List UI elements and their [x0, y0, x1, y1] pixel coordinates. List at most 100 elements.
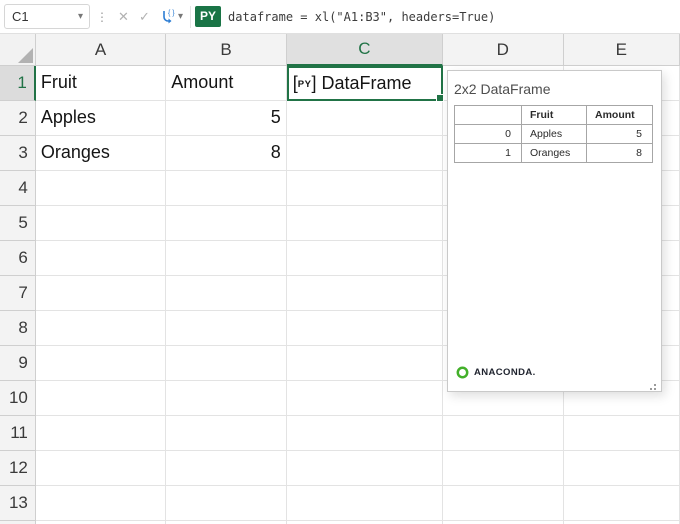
- cell-C1[interactable]: [PY] DataFrame: [286, 66, 445, 102]
- cell-A9[interactable]: [35, 346, 167, 381]
- cell-D11[interactable]: [443, 416, 564, 451]
- cell-B11[interactable]: [166, 416, 287, 451]
- cell-B4[interactable]: [166, 171, 287, 206]
- cell-A1[interactable]: Fruit: [35, 66, 167, 101]
- row-header-8[interactable]: 8: [0, 311, 36, 346]
- cell-A12[interactable]: [35, 451, 167, 486]
- cell-C2[interactable]: [286, 101, 444, 136]
- cell-A2[interactable]: Apples: [35, 101, 167, 136]
- cell-A8[interactable]: [35, 311, 167, 346]
- row-header-13[interactable]: 13: [0, 486, 36, 521]
- cell-B1[interactable]: Amount: [166, 66, 287, 101]
- cell-E12[interactable]: [563, 451, 680, 486]
- cell-A4[interactable]: [35, 171, 167, 206]
- select-all-corner[interactable]: [0, 34, 36, 66]
- dataframe-row: 0 Apples 5: [454, 124, 653, 144]
- anaconda-logo-icon: [456, 366, 469, 379]
- cell-B6[interactable]: [166, 241, 287, 276]
- column-header-c[interactable]: C: [286, 34, 444, 66]
- cell-C9[interactable]: [286, 346, 444, 381]
- cell-text: DataFrame: [321, 73, 412, 93]
- python-insert-icon[interactable]: { } ▾: [158, 8, 183, 26]
- cell-C12[interactable]: [286, 451, 444, 486]
- row-index: 0: [454, 124, 522, 144]
- row-header-10[interactable]: 10: [0, 381, 36, 416]
- row-header-6[interactable]: 6: [0, 241, 36, 276]
- cell-C13[interactable]: [286, 486, 444, 521]
- cell-B13[interactable]: [166, 486, 287, 521]
- dataframe-amount-header: Amount: [586, 105, 653, 125]
- spreadsheet-row: 12: [0, 451, 680, 486]
- column-header-a[interactable]: A: [35, 34, 167, 66]
- cell-A13[interactable]: [35, 486, 167, 521]
- dataframe-index-header: [454, 105, 522, 125]
- resize-handle[interactable]: [654, 384, 656, 386]
- cell-C8[interactable]: [286, 311, 444, 346]
- cell-E13[interactable]: [563, 486, 680, 521]
- chevron-down-icon[interactable]: ▾: [178, 11, 183, 22]
- row-header-3[interactable]: 3: [0, 136, 36, 171]
- cell-C7[interactable]: [286, 276, 444, 311]
- confirm-icon[interactable]: ✓: [136, 9, 153, 25]
- cell-C10[interactable]: [286, 381, 444, 416]
- cell-A10[interactable]: [35, 381, 167, 416]
- cell-A6[interactable]: [35, 241, 167, 276]
- select-all-triangle-icon: [17, 48, 33, 63]
- cell-B2[interactable]: 5: [166, 101, 287, 136]
- row-header-11[interactable]: 11: [0, 416, 36, 451]
- cell-A11[interactable]: [35, 416, 167, 451]
- cell-B3[interactable]: 8: [166, 136, 287, 171]
- cell-B10[interactable]: [166, 381, 287, 416]
- svg-text:{ }: { }: [168, 10, 175, 17]
- dataframe-row: 1 Oranges 8: [454, 143, 653, 163]
- row-header-2[interactable]: 2: [0, 101, 36, 136]
- cell-B12[interactable]: [166, 451, 287, 486]
- cell-A3[interactable]: Oranges: [35, 136, 167, 171]
- drag-handle-dots-icon: ⋮: [96, 9, 108, 24]
- cell-C3[interactable]: [286, 136, 444, 171]
- row-header-9[interactable]: 9: [0, 346, 36, 381]
- chevron-down-icon[interactable]: ▾: [78, 11, 89, 22]
- column-header-row: A B C D E: [0, 34, 680, 66]
- row-header-7[interactable]: 7: [0, 276, 36, 311]
- name-box-value: C1: [12, 9, 29, 24]
- cancel-icon[interactable]: ✕: [115, 9, 132, 25]
- dataframe-fruit-header: Fruit: [521, 105, 587, 125]
- python-language-badge: PY: [195, 5, 222, 28]
- row-header-4[interactable]: 4: [0, 171, 36, 206]
- card-footer: ANACONDA.: [456, 366, 536, 379]
- fruit-value: Oranges: [521, 143, 587, 163]
- amount-value: 5: [586, 124, 653, 144]
- dataframe-preview-card: 2x2 DataFrame Fruit Amount 0 Apples 5 1 …: [447, 70, 662, 392]
- spreadsheet-row: 13: [0, 486, 680, 521]
- cell-B7[interactable]: [166, 276, 287, 311]
- row-header-1[interactable]: 1: [0, 66, 36, 101]
- name-box[interactable]: C1 ▾: [4, 4, 90, 29]
- cell-B8[interactable]: [166, 311, 287, 346]
- spreadsheet-row: 11: [0, 416, 680, 451]
- python-object-icon: [PY]: [292, 73, 317, 93]
- cell-B5[interactable]: [166, 206, 287, 241]
- column-header-d[interactable]: D: [443, 34, 564, 66]
- cell-C5[interactable]: [286, 206, 444, 241]
- fill-handle[interactable]: [436, 94, 445, 102]
- cell-A5[interactable]: [35, 206, 167, 241]
- fruit-value: Apples: [521, 124, 587, 144]
- cell-A7[interactable]: [35, 276, 167, 311]
- cell-B9[interactable]: [166, 346, 287, 381]
- row-header-5[interactable]: 5: [0, 206, 36, 241]
- column-header-e[interactable]: E: [563, 34, 680, 66]
- row-header-12[interactable]: 12: [0, 451, 36, 486]
- cell-E11[interactable]: [563, 416, 680, 451]
- cell-C6[interactable]: [286, 241, 444, 276]
- dataframe-header-row: Fruit Amount: [454, 105, 653, 125]
- formula-input[interactable]: dataframe = xl("A1:B3", headers=True): [228, 10, 680, 24]
- anaconda-wordmark: ANACONDA.: [474, 367, 536, 378]
- column-header-b[interactable]: B: [166, 34, 287, 66]
- cell-C4[interactable]: [286, 171, 444, 206]
- excel-window: C1 ▾ ⋮ ✕ ✓ { } ▾ PY dataframe = xl("A1:B…: [0, 0, 680, 524]
- cell-D12[interactable]: [443, 451, 564, 486]
- cell-D13[interactable]: [443, 486, 564, 521]
- amount-value: 8: [586, 143, 653, 163]
- cell-C11[interactable]: [286, 416, 444, 451]
